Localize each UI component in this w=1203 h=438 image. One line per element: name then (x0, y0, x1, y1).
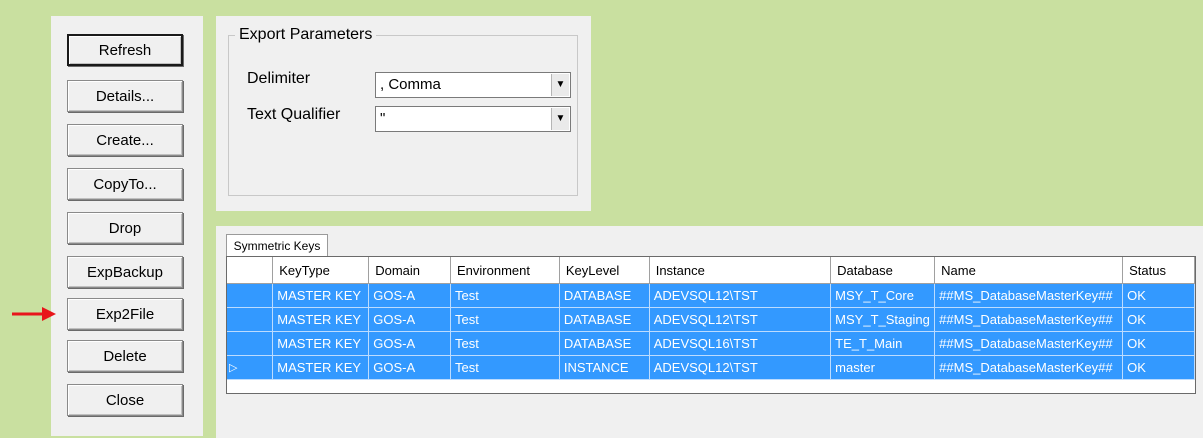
table-cell[interactable]: GOS-A (368, 283, 452, 308)
table-row[interactable]: MASTER KEY GOS-A Test DATABASE ADEVSQL16… (227, 331, 1195, 356)
table-cell[interactable]: INSTANCE (559, 355, 650, 380)
table-cell[interactable]: GOS-A (368, 355, 452, 380)
row-header-corner (227, 257, 274, 284)
column-header[interactable]: Name (934, 257, 1124, 284)
header-row: KeyType Domain Environment KeyLevel Inst… (227, 257, 1195, 284)
table-cell[interactable]: OK (1122, 355, 1195, 380)
table-cell[interactable]: GOS-A (368, 331, 452, 356)
export-parameters-group: Export Parameters Delimiter , Comma ▼ Te… (228, 26, 578, 196)
table-cell[interactable]: MSY_T_Core (830, 283, 936, 308)
table-cell[interactable]: Test (450, 283, 560, 308)
text-qualifier-select[interactable]: " ▼ (375, 106, 571, 132)
refresh-button[interactable]: Refresh (67, 34, 183, 66)
table-cell[interactable]: OK (1122, 307, 1195, 332)
table-cell[interactable]: ##MS_DatabaseMasterKey## (934, 331, 1124, 356)
details-button[interactable]: Details... (67, 80, 183, 112)
table-cell[interactable]: ADEVSQL16\TST (649, 331, 832, 356)
export-parameters-panel: Export Parameters Delimiter , Comma ▼ Te… (216, 16, 591, 211)
current-row-icon[interactable]: ▷ (227, 355, 274, 380)
table-row[interactable]: MASTER KEY GOS-A Test DATABASE ADEVSQL12… (227, 283, 1195, 308)
exp2file-button[interactable]: Exp2File (67, 298, 183, 330)
table-row[interactable]: MASTER KEY GOS-A Test DATABASE ADEVSQL12… (227, 307, 1195, 332)
delete-button[interactable]: Delete (67, 340, 183, 372)
create-button[interactable]: Create... (67, 124, 183, 156)
column-header[interactable]: Environment (450, 257, 560, 284)
column-header[interactable]: Domain (368, 257, 452, 284)
grid-panel: Symmetric Keys KeyType Domain Environmen… (216, 226, 1203, 438)
red-arrow-icon (12, 307, 56, 321)
table-cell[interactable]: MASTER KEY (272, 331, 370, 356)
column-header[interactable]: Instance (649, 257, 832, 284)
table-cell[interactable]: DATABASE (559, 307, 650, 332)
copyto-button[interactable]: CopyTo... (67, 168, 183, 200)
row-header[interactable] (227, 331, 274, 356)
table-cell[interactable]: DATABASE (559, 331, 650, 356)
close-button[interactable]: Close (67, 384, 183, 416)
row-header[interactable] (227, 307, 274, 332)
tab-symmetric-keys[interactable]: Symmetric Keys (226, 234, 328, 256)
table-cell[interactable]: ##MS_DatabaseMasterKey## (934, 283, 1124, 308)
table-cell[interactable]: ##MS_DatabaseMasterKey## (934, 355, 1124, 380)
delimiter-value: , Comma (380, 76, 441, 93)
table-cell[interactable]: ##MS_DatabaseMasterKey## (934, 307, 1124, 332)
text-qualifier-value: " (380, 110, 386, 127)
button-panel: Refresh Details... Create... CopyTo... D… (51, 16, 203, 436)
table-cell[interactable]: ADEVSQL12\TST (649, 283, 832, 308)
table-cell[interactable]: MASTER KEY (272, 283, 370, 308)
table-cell[interactable]: ADEVSQL12\TST (649, 307, 832, 332)
table-cell[interactable]: DATABASE (559, 283, 650, 308)
delimiter-select[interactable]: , Comma ▼ (375, 72, 571, 98)
table-row[interactable]: ▷ MASTER KEY GOS-A Test INSTANCE ADEVSQL… (227, 355, 1195, 380)
row-header[interactable] (227, 283, 274, 308)
text-qualifier-label: Text Qualifier (247, 106, 341, 123)
symmetric-keys-grid[interactable]: KeyType Domain Environment KeyLevel Inst… (226, 256, 1196, 394)
table-cell[interactable]: OK (1122, 331, 1195, 356)
table-cell[interactable]: Test (450, 355, 560, 380)
table-cell[interactable]: Test (450, 331, 560, 356)
table-cell[interactable]: MASTER KEY (272, 355, 370, 380)
data-table: KeyType Domain Environment KeyLevel Inst… (227, 257, 1195, 380)
column-header[interactable]: Database (830, 257, 936, 284)
table-cell[interactable]: Test (450, 307, 560, 332)
chevron-down-icon[interactable]: ▼ (551, 74, 569, 96)
table-cell[interactable]: ADEVSQL12\TST (649, 355, 832, 380)
expbackup-button[interactable]: ExpBackup (67, 256, 183, 288)
column-header[interactable]: Status (1122, 257, 1195, 284)
export-parameters-title: Export Parameters (239, 26, 373, 43)
table-cell[interactable]: MASTER KEY (272, 307, 370, 332)
table-cell[interactable]: OK (1122, 283, 1195, 308)
column-header[interactable]: KeyLevel (559, 257, 650, 284)
table-cell[interactable]: MSY_T_Staging (830, 307, 936, 332)
table-cell[interactable]: GOS-A (368, 307, 452, 332)
table-cell[interactable]: master (830, 355, 936, 380)
drop-button[interactable]: Drop (67, 212, 183, 244)
delimiter-label: Delimiter (247, 70, 311, 87)
chevron-down-icon[interactable]: ▼ (551, 108, 569, 130)
table-cell[interactable]: TE_T_Main (830, 331, 936, 356)
column-header[interactable]: KeyType (272, 257, 370, 284)
